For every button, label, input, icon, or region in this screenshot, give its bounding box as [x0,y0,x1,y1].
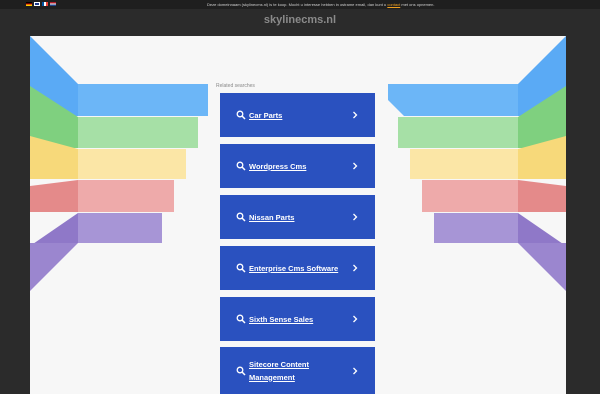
ribbon-right-yellow-bar [410,149,518,179]
language-flags [26,2,56,6]
flag-nl-icon[interactable] [50,2,56,6]
search-card-label: Wordpress Cms [249,161,307,171]
contact-link[interactable]: contact [387,2,400,7]
search-icon [236,314,246,324]
search-card-label: Nissan Parts [249,212,295,222]
search-icon [236,366,246,376]
chevron-right-icon [353,367,358,374]
ribbon-right-red-bar [422,180,518,212]
chevron-right-icon [353,213,358,221]
ribbon-left-blue-bar [78,84,208,116]
search-icon [236,110,246,120]
ribbon-left-purple-tail [30,243,78,291]
search-card-label: Car Parts [249,110,283,120]
ribbon-left-yellow-bar [78,149,186,179]
search-card-nissan-parts[interactable]: Nissan Parts [220,195,375,239]
chevron-right-icon [353,111,358,119]
ribbon-right-blue-bar [388,84,518,116]
flag-fr-icon[interactable] [42,2,48,6]
flag-en-icon[interactable] [34,2,40,6]
search-card-sixth-sense-sales[interactable]: Sixth Sense Sales [220,297,375,341]
site-domain-title: skylinecms.nl [263,14,337,26]
ribbon-right-purple [518,213,566,246]
ribbon-right-red [518,180,566,212]
ribbon-left-purple-bar [78,213,162,243]
chevron-right-icon [353,162,358,170]
search-card-label: Enterprise Cms Software [249,263,339,273]
flag-de-icon[interactable] [26,2,32,6]
search-card-enterprise-cms-software[interactable]: Enterprise Cms Software [220,246,375,290]
search-card-label: Sixth Sense Sales [249,314,314,324]
notice-suffix: met ons opnemen. [401,2,435,7]
chevron-right-icon [353,264,358,272]
sale-notice: Deze domeinnaam (skylinecms.nl) is te ko… [207,0,435,9]
ribbon-right-purple-tail [518,243,566,291]
ribbon-left-purple [30,213,78,246]
notice-prefix: Deze domeinnaam (skylinecms.nl) is te ko… [207,2,387,7]
chevron-right-icon [353,315,358,323]
ribbon-left-red-bar [78,180,174,212]
top-bar: Deze domeinnaam (skylinecms.nl) is te ko… [0,0,600,9]
search-card-sitecore-content-management[interactable]: Sitecore Content Management [220,347,375,394]
search-icon [236,161,246,171]
ribbon-left-red [30,180,78,212]
ribbon-left-green-bar [78,117,198,148]
related-searches-heading: Related searches [216,83,255,89]
search-card-car-parts[interactable]: Car Parts [220,93,375,137]
ribbon-right-green-bar [398,117,518,148]
search-card-label: Sitecore Content Management [249,359,310,382]
search-card-wordpress-cms[interactable]: Wordpress Cms [220,144,375,188]
search-icon [236,263,246,273]
search-icon [236,212,246,222]
ribbon-right-purple-bar [434,213,518,243]
